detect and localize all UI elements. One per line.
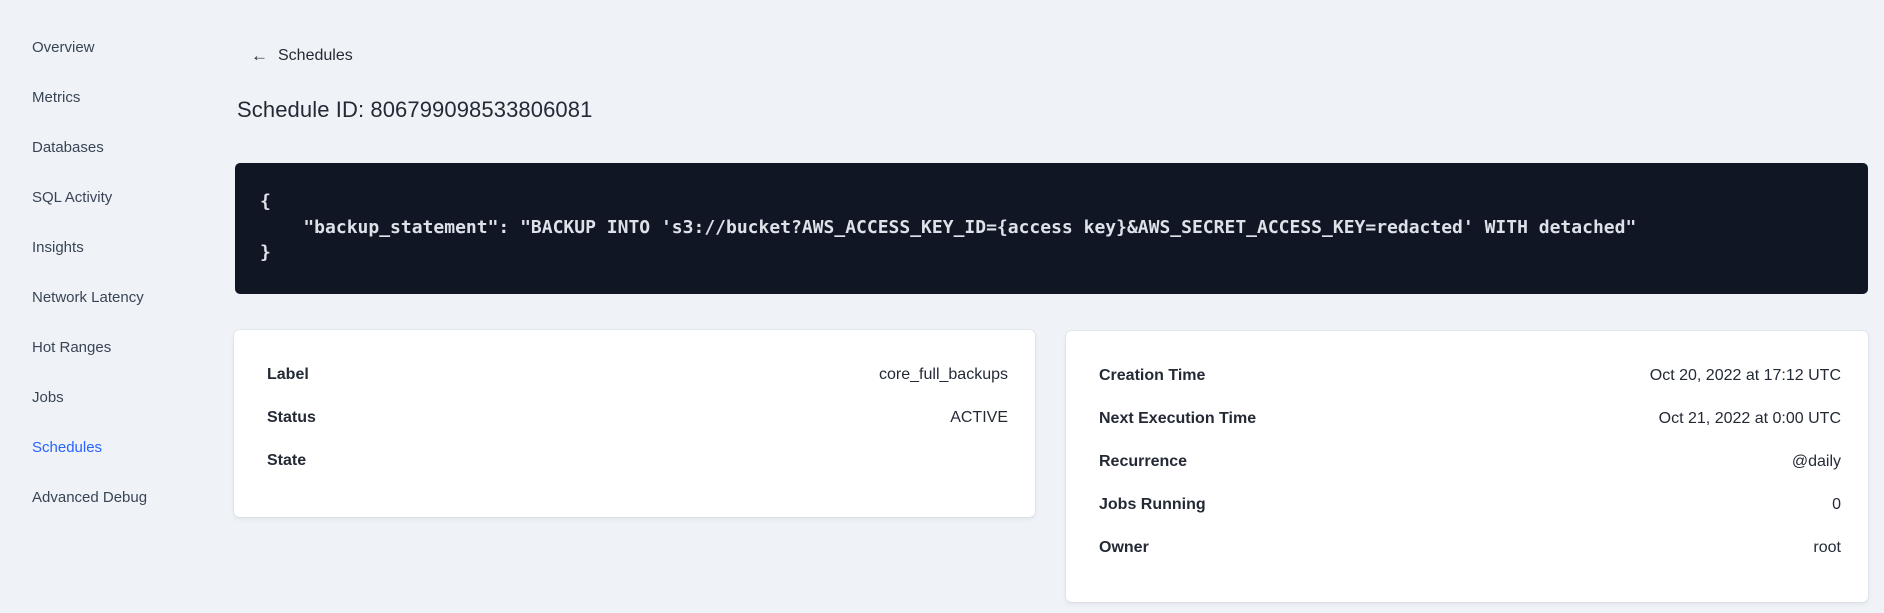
status-row-value: ACTIVE [950,408,1008,426]
creation-time-value: Oct 20, 2022 at 17:12 UTC [1649,366,1841,384]
main-content: ← Schedules Schedule ID: 806799098533806… [0,0,1884,613]
jobs-running-label: Jobs Running [1099,495,1206,513]
owner-value: root [1813,538,1841,556]
next-execution-time-value: Oct 21, 2022 at 0:00 UTC [1658,409,1841,427]
state-row-label: State [267,451,307,469]
schedule-label-card: Label core_full_backups Status ACTIVE St… [234,330,1035,517]
creation-time-label: Creation Time [1099,366,1206,384]
label-row-label: Label [267,365,309,383]
owner-row: Owner root [1099,526,1841,569]
owner-label: Owner [1099,538,1149,556]
next-execution-time-label: Next Execution Time [1099,409,1257,427]
schedule-details-card: Creation Time Oct 20, 2022 at 17:12 UTC … [1066,331,1868,602]
state-row: State [267,439,1008,482]
back-arrow-icon: ← [251,46,268,65]
jobs-running-value: 0 [1832,495,1841,513]
label-row: Label core_full_backups [267,353,1008,396]
jobs-running-row: Jobs Running 0 [1099,483,1841,526]
status-row: Status ACTIVE [267,396,1008,439]
creation-time-row: Creation Time Oct 20, 2022 at 17:12 UTC [1099,354,1841,397]
page-title: Schedule ID: 806799098533806081 [237,97,593,122]
recurrence-label: Recurrence [1099,452,1188,470]
status-row-label: Status [267,408,316,426]
label-row-value: core_full_backups [879,365,1008,383]
schedule-definition-code: { "backup_statement": "BACKUP INTO 's3:/… [235,163,1868,294]
back-link[interactable]: ← Schedules [251,46,353,66]
back-link-label: Schedules [278,47,353,64]
recurrence-value: @daily [1791,452,1841,470]
recurrence-row: Recurrence @daily [1099,440,1841,483]
next-execution-time-row: Next Execution Time Oct 21, 2022 at 0:00… [1099,397,1841,440]
